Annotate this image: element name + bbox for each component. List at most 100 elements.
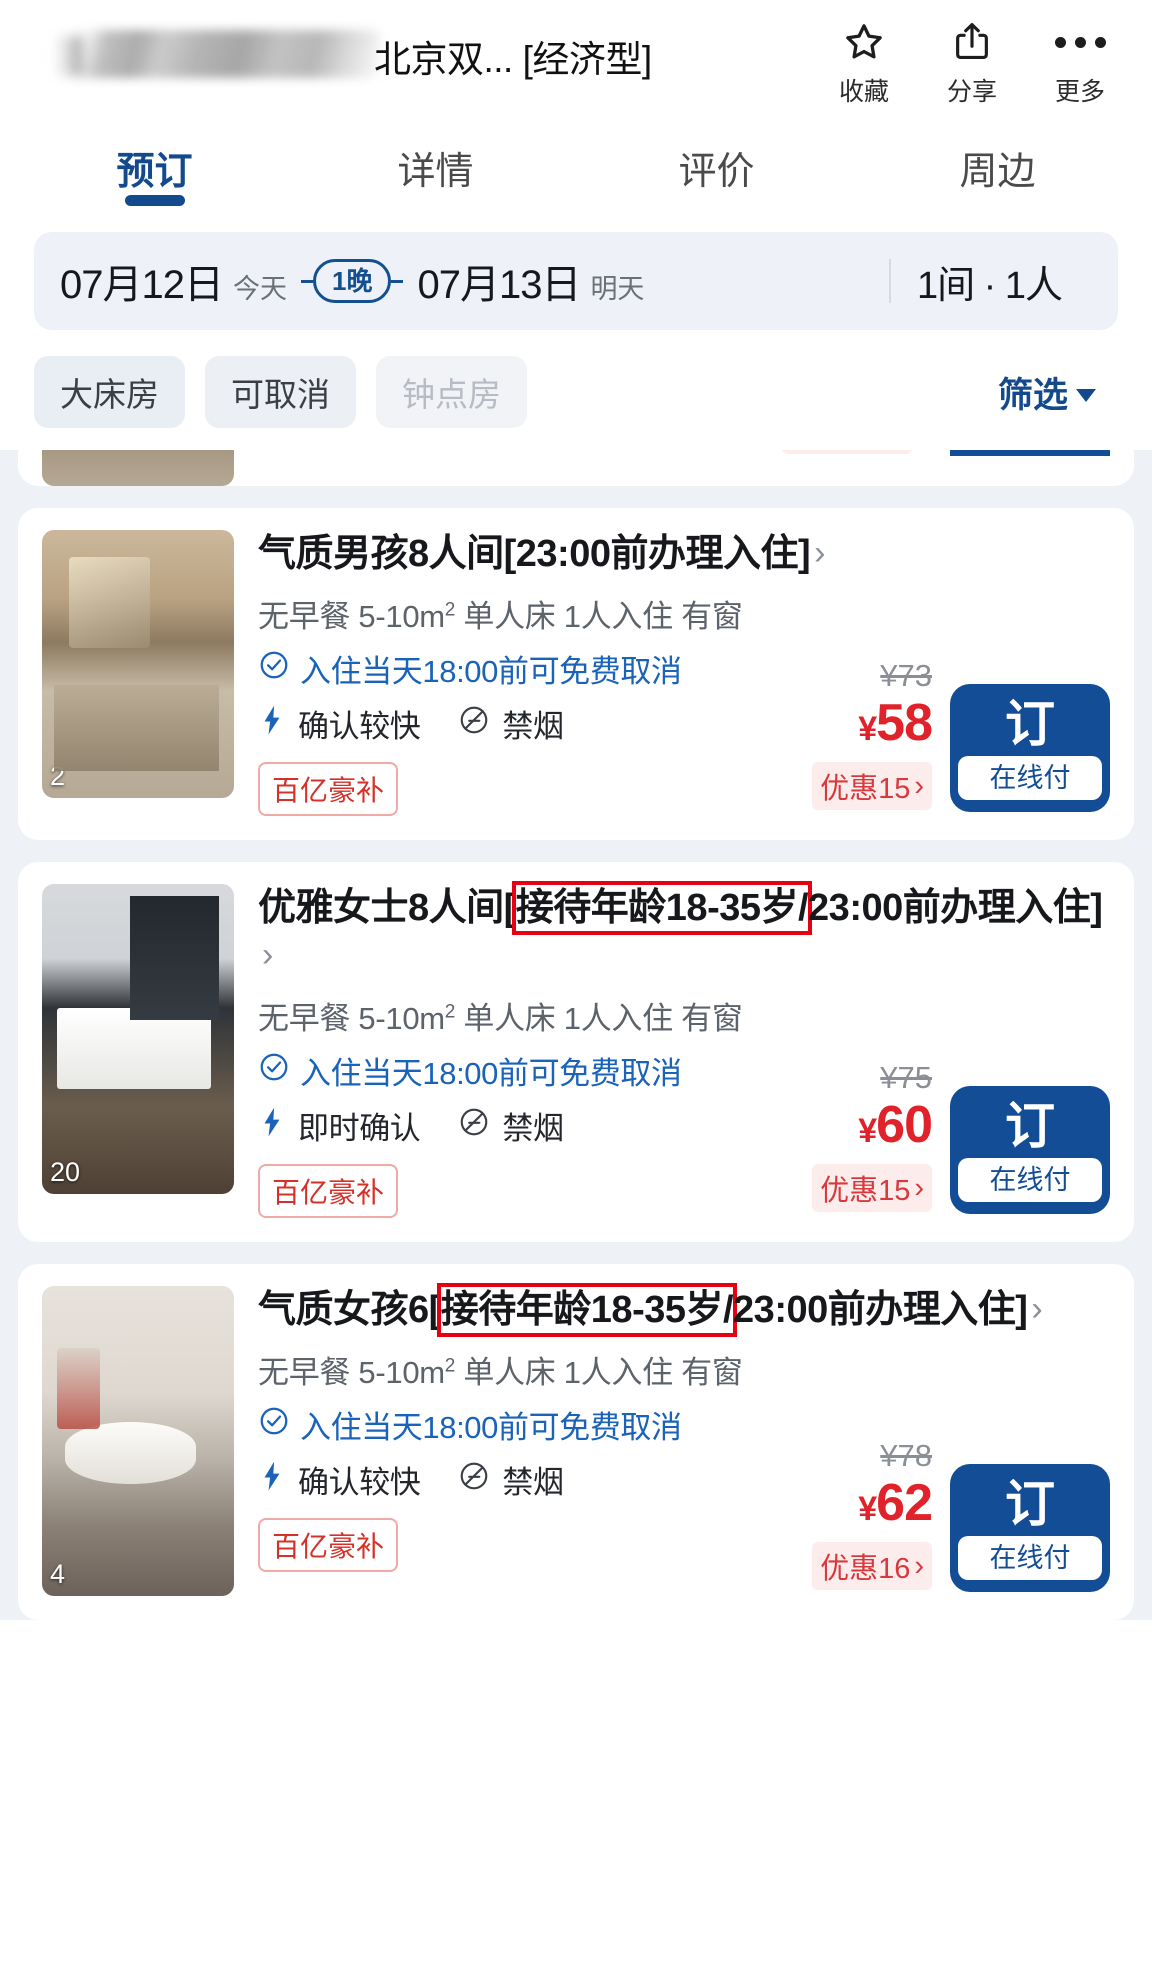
smoking-text: 禁烟 [502,1111,564,1146]
room-card-partial[interactable] [18,450,1134,486]
room-title-text: 气质男孩8人间[23:00前办理入住] [258,533,811,575]
discount-text: 优惠15 [820,773,911,805]
confirm-speed-text: 即时确认 [298,1111,421,1146]
hotel-room-list-screen: 北京双... [经济型] 收藏 分享 更多 预订 详情 评价 周边 07月12日… [0,0,1152,1969]
filter-label: 筛选 [997,375,1068,415]
star-icon [841,18,887,66]
discount-link[interactable]: 优惠15 › [812,1164,932,1212]
share-icon [951,18,993,66]
book-label: 订 [1005,696,1055,752]
discount-pill-partial [782,450,912,454]
tab-booking-label: 预订 [116,150,193,193]
book-button-partial[interactable] [950,450,1110,456]
room-title[interactable]: 气质女孩6[接待年龄18-35岁/23:00前办理入住] › [258,1286,1110,1335]
room-thumbnail[interactable]: 4 [42,1286,234,1596]
smoking-text: 禁烟 [502,709,564,744]
tab-nearby-label: 周边 [959,150,1036,193]
filter-chip-cancellable[interactable]: 可取消 [205,356,356,428]
filter-chip-hourly-room[interactable]: 钟点房 [376,356,527,428]
price-block: ¥75 ¥60 优惠15 › [712,1060,933,1212]
guest-room-selector[interactable]: 1间 · 1人 [917,254,1092,309]
photo-count-badge: 2 [50,761,66,791]
book-button[interactable]: 订 在线付 [950,1464,1110,1592]
nights-dash-left [300,279,313,283]
check-circle-icon [258,649,290,689]
photo-count-badge: 20 [50,1157,81,1187]
nights-count: 1晚 [312,259,392,303]
current-price: ¥62 [712,1474,933,1538]
room-info: 优雅女士8人间[接待年龄18-35岁/23:00前办理入住] › 无早餐 5-10… [258,884,1110,1218]
checkin-date: 07月12日 [60,263,224,307]
checkout-day-label: 明天 [590,274,645,304]
favorite-button[interactable]: 收藏 [810,4,918,108]
photo-count-badge: 4 [50,1559,66,1589]
tab-booking[interactable]: 预订 [14,112,295,222]
room-title[interactable]: 气质男孩8人间[23:00前办理入住] › [258,530,1110,579]
currency-symbol: ¥ [858,1112,877,1150]
checkout-date: 07月13日 [417,263,581,307]
discount-link[interactable]: 优惠15 › [812,762,932,810]
date-bar: 07月12日 今天 1晚 07月13日 明天 1间 · 1人 [34,232,1118,330]
annotation-highlight: 接待年龄18-35岁/ [440,1289,734,1331]
hotel-title-text: 北京双... [经济型] [374,39,652,80]
room-card[interactable]: 2 气质男孩8人间[23:00前办理入住] › 无早餐 5-10m2 单人床 1人… [18,508,1134,840]
more-button[interactable]: 更多 [1026,4,1134,108]
lightning-icon [258,1460,286,1500]
more-dots-icon [1054,18,1106,66]
cancellation-text: 入住当天18:00前可免费取消 [300,654,682,689]
room-list: 2 气质男孩8人间[23:00前办理入住] › 无早餐 5-10m2 单人床 1人… [0,450,1152,1620]
checkin-day-label: 今天 [232,274,287,304]
more-label: 更多 [1054,78,1105,106]
chevron-right-icon: › [914,1549,924,1582]
price-block: ¥78 ¥62 优惠16 › [712,1438,933,1590]
filter-button[interactable]: 筛选 [998,367,1118,418]
promo-badge: 百亿豪补 [258,762,399,816]
tab-active-indicator [124,195,185,206]
cancellation-text: 入住当天18:00前可免费取消 [300,1410,682,1445]
smoking-text: 禁烟 [502,1465,564,1500]
book-label: 订 [1005,1476,1055,1532]
favorite-label: 收藏 [838,78,889,106]
book-button[interactable]: 订 在线付 [950,1086,1110,1214]
chevron-right-icon: › [914,1171,924,1204]
price-amount: 60 [876,1096,933,1154]
currency-symbol: ¥ [858,710,877,748]
share-button[interactable]: 分享 [918,4,1026,108]
current-price: ¥58 [712,694,933,758]
room-thumbnail[interactable] [42,450,234,486]
room-thumbnail[interactable]: 2 [42,530,234,798]
check-circle-icon [258,1051,290,1091]
price-block: ¥73 ¥58 优惠15 › [712,658,933,810]
tab-details[interactable]: 详情 [295,112,576,222]
discount-text: 优惠15 [820,1175,911,1207]
price-amount: 62 [876,1474,933,1532]
nights-selector[interactable]: 1晚 [300,259,404,303]
hotel-title[interactable]: 北京双... [经济型] [22,0,810,112]
chevron-down-icon [1076,388,1096,402]
page-header: 北京双... [经济型] 收藏 分享 更多 [0,0,1152,112]
lightning-icon [258,1106,286,1146]
tab-reviews[interactable]: 评价 [576,112,857,222]
promo-badge: 百亿豪补 [258,1518,399,1572]
date-selection-section: 07月12日 今天 1晚 07月13日 明天 1间 · 1人 [0,222,1152,330]
book-button[interactable]: 订 在线付 [950,684,1110,812]
pay-online-label: 在线付 [958,756,1102,800]
room-card[interactable]: 4 气质女孩6[接待年龄18-35岁/23:00前办理入住] › 无早餐 5-10… [18,1264,1134,1620]
chevron-right-icon: › [1031,1290,1043,1328]
tab-reviews-label: 评价 [678,150,755,193]
room-card[interactable]: 20 优雅女士8人间[接待年龄18-35岁/23:00前办理入住] › 无早餐 5… [18,862,1134,1242]
cancellation-policy: 入住当天18:00前可免费取消 [258,1402,1110,1447]
filter-chip-big-bed[interactable]: 大床房 [34,356,185,428]
confirm-speed-text: 确认较快 [298,1465,421,1500]
room-title[interactable]: 优雅女士8人间[接待年龄18-35岁/23:00前办理入住] › [258,884,1110,981]
confirm-speed-text: 确认较快 [298,709,421,744]
currency-symbol: ¥ [858,1490,877,1528]
checkin-date-picker[interactable]: 07月12日 今天 [60,252,287,310]
tab-bar: 预订 详情 评价 周边 [0,112,1152,222]
cancellation-text: 入住当天18:00前可免费取消 [300,1056,682,1091]
tab-nearby[interactable]: 周边 [857,112,1138,222]
checkout-date-picker[interactable]: 07月13日 明天 [417,252,644,310]
room-title-text: 气质女孩6[ [258,1289,441,1331]
discount-link[interactable]: 优惠16 › [812,1542,932,1590]
room-thumbnail[interactable]: 20 [42,884,234,1194]
